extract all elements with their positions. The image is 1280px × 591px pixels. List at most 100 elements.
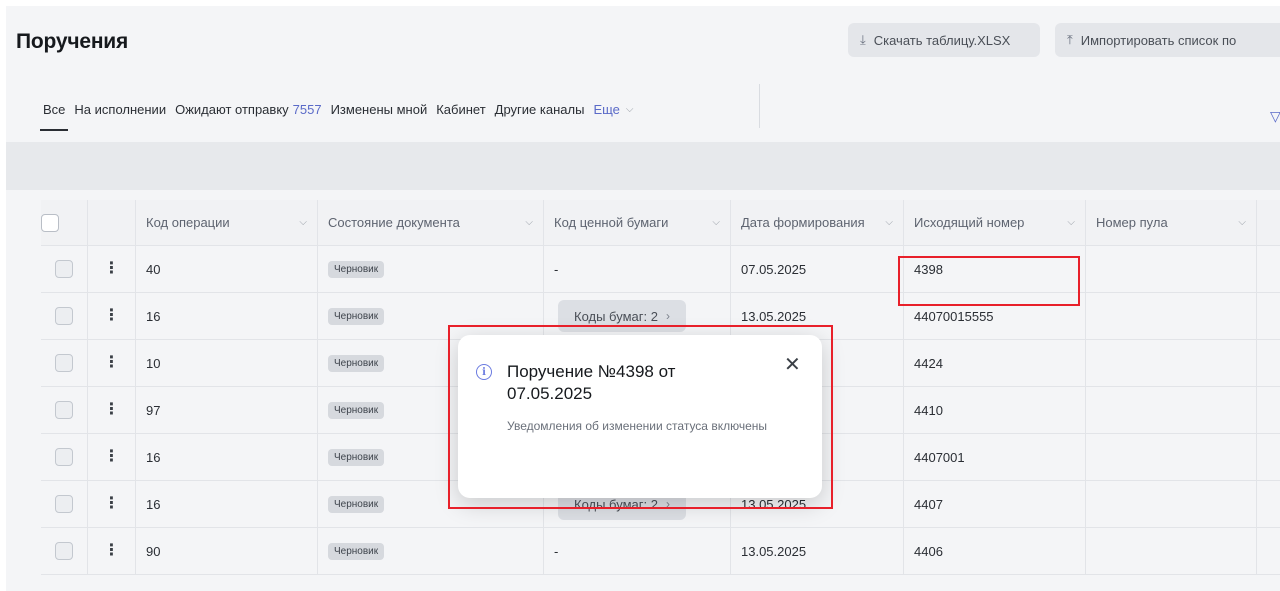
- creation-date-cell: 07.05.2025: [731, 246, 904, 292]
- tab-more-label: Еще: [593, 101, 620, 117]
- row-checkbox[interactable]: [55, 495, 73, 513]
- tab-more-dropdown[interactable]: Еще ⌵: [590, 102, 636, 117]
- column-header-label: Состояние документа: [328, 215, 460, 230]
- security-code-value: -: [554, 261, 559, 277]
- toolbar-band: [6, 142, 1280, 190]
- header-menu-cell: [88, 200, 136, 245]
- tab-awaiting-send[interactable]: Ожидают отправку 7557: [172, 102, 324, 117]
- download-xlsx-label: Скачать таблицу.XLSX: [873, 32, 1011, 48]
- status-badge: Черновик: [328, 448, 385, 466]
- pool-number-cell: [1086, 246, 1257, 292]
- row-checkbox[interactable]: [55, 354, 73, 372]
- operation-code-cell: 97: [136, 387, 318, 433]
- kebab-menu-icon[interactable]: ⋮: [104, 402, 120, 418]
- operation-code-cell: 10: [136, 340, 318, 386]
- tab-awaiting-send-label: Ожидают отправку: [175, 101, 289, 117]
- row-checkbox[interactable]: [55, 542, 73, 560]
- chevron-down-icon: ⌵: [299, 217, 307, 228]
- operation-code-cell: 16: [136, 481, 318, 527]
- import-list-button[interactable]: ⤒ Импортировать список по: [1055, 23, 1280, 57]
- row-overflow-cell: [1257, 293, 1280, 339]
- tab-changed-by-me[interactable]: Изменены мной: [328, 102, 431, 117]
- column-header-document-state[interactable]: Состояние документа ⌵: [318, 200, 544, 245]
- row-menu-cell: ⋮: [88, 528, 136, 574]
- tab-other-channels[interactable]: Другие каналы: [492, 102, 588, 117]
- security-codes-label: Коды бумаг: 2: [574, 308, 658, 324]
- kebab-menu-icon[interactable]: ⋮: [104, 261, 120, 277]
- select-all-checkbox[interactable]: [41, 213, 59, 232]
- security-code-cell: -: [544, 528, 731, 574]
- highlight-notification: [448, 325, 833, 509]
- status-badge: Черновик: [328, 401, 385, 419]
- tab-cabinet[interactable]: Кабинет: [433, 102, 488, 117]
- highlight-outgoing-number: [898, 256, 1080, 306]
- security-code-cell: -: [544, 246, 731, 292]
- pool-number-cell: [1086, 434, 1257, 480]
- tab-in-progress[interactable]: На исполнении: [71, 102, 169, 117]
- kebab-menu-icon[interactable]: ⋮: [104, 308, 120, 324]
- row-checkbox[interactable]: [55, 448, 73, 466]
- filter-tabs: Все На исполнении Ожидают отправку 7557 И…: [6, 94, 636, 131]
- kebab-menu-icon[interactable]: ⋮: [104, 449, 120, 465]
- row-select-cell: [41, 340, 88, 386]
- row-checkbox[interactable]: [55, 260, 73, 278]
- status-badge: Черновик: [328, 495, 385, 513]
- outgoing-number-cell: 4410: [904, 387, 1086, 433]
- status-badge: Черновик: [328, 260, 385, 278]
- row-overflow-cell: [1257, 434, 1280, 480]
- security-code-value: -: [554, 543, 559, 559]
- outgoing-number-cell: 4407001: [904, 434, 1086, 480]
- download-icon: ⤓: [860, 32, 866, 47]
- pool-number-cell: [1086, 528, 1257, 574]
- table-header-row: Код операции ⌵ Состояние документа ⌵ Код ц…: [41, 200, 1280, 246]
- operation-code-cell: 16: [136, 434, 318, 480]
- row-select-cell: [41, 246, 88, 292]
- operation-code-cell: 90: [136, 528, 318, 574]
- row-overflow-cell: [1257, 387, 1280, 433]
- pool-number-cell: [1086, 387, 1257, 433]
- chevron-down-icon: ⌵: [712, 217, 720, 228]
- row-select-cell: [41, 481, 88, 527]
- column-header-operation-code[interactable]: Код операции ⌵: [136, 200, 318, 245]
- column-header-label: Исходящий номер: [914, 215, 1025, 230]
- row-menu-cell: ⋮: [88, 340, 136, 386]
- chevron-right-icon: ›: [665, 309, 670, 323]
- tabs-divider: [759, 84, 760, 128]
- column-header-security-code[interactable]: Код ценной бумаги ⌵: [544, 200, 731, 245]
- kebab-menu-icon[interactable]: ⋮: [104, 496, 120, 512]
- row-menu-cell: ⋮: [88, 246, 136, 292]
- status-badge: Черновик: [328, 542, 385, 560]
- row-menu-cell: ⋮: [88, 434, 136, 480]
- status-badge: Черновик: [328, 354, 385, 372]
- column-header-creation-date[interactable]: Дата формирования ⌵: [731, 200, 904, 245]
- table-row[interactable]: ⋮ 40 Черновик -07.05.2025 4398: [41, 246, 1280, 293]
- row-overflow-cell: [1257, 246, 1280, 292]
- row-select-cell: [41, 387, 88, 433]
- import-list-label: Импортировать список по: [1080, 32, 1237, 48]
- row-menu-cell: ⋮: [88, 387, 136, 433]
- table-row[interactable]: ⋮ 90 Черновик - 13.05.2025 4406: [41, 528, 1280, 575]
- download-xlsx-button[interactable]: ⤓ Скачать таблицу.XLSX: [848, 23, 1040, 57]
- select-all-cell: [41, 200, 88, 245]
- creation-date-cell: 13.05.2025: [731, 528, 904, 574]
- tab-all[interactable]: Все: [40, 102, 69, 131]
- column-header-label: Код ценной бумаги: [554, 215, 669, 230]
- operation-code-cell: 16: [136, 293, 318, 339]
- pool-number-cell: [1086, 481, 1257, 527]
- column-header-outgoing-number[interactable]: Исходящий номер ⌵: [904, 200, 1086, 245]
- row-select-cell: [41, 528, 88, 574]
- kebab-menu-icon[interactable]: ⋮: [104, 355, 120, 371]
- row-overflow-cell: [1257, 340, 1280, 386]
- filter-icon[interactable]: ▽: [1270, 108, 1280, 125]
- outgoing-number-cell: 4406: [904, 528, 1086, 574]
- row-checkbox[interactable]: [55, 401, 73, 419]
- column-header-pool-number[interactable]: Номер пула ⌵: [1086, 200, 1257, 245]
- operation-code-cell: 40: [136, 246, 318, 292]
- status-badge: Черновик: [328, 307, 385, 325]
- pool-number-cell: [1086, 293, 1257, 339]
- kebab-menu-icon[interactable]: ⋮: [104, 543, 120, 559]
- column-header-label: Код операции: [146, 215, 230, 230]
- row-checkbox[interactable]: [55, 307, 73, 325]
- column-header-label: Номер пула: [1096, 215, 1168, 230]
- row-menu-cell: ⋮: [88, 481, 136, 527]
